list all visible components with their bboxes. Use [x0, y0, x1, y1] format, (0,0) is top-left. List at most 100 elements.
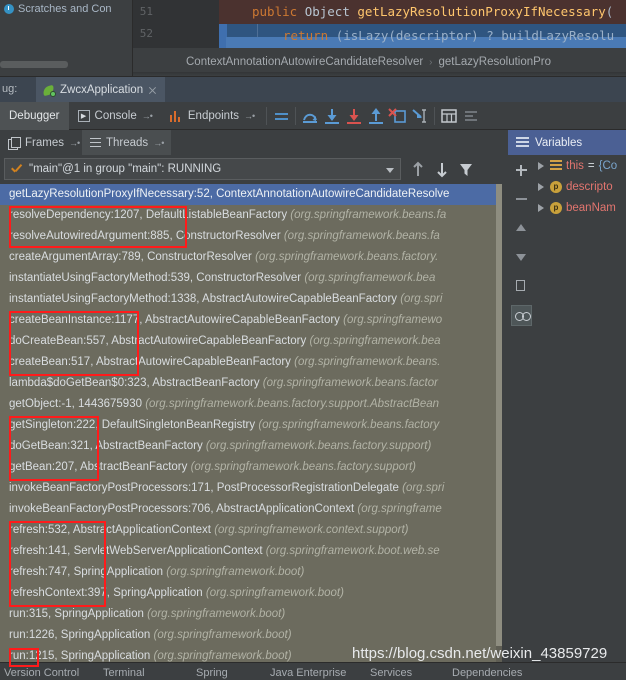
- frame-method: run:1226, SpringApplication: [9, 629, 151, 641]
- frame-method: createBean:517, AbstractAutowireCapableB…: [9, 356, 291, 368]
- editor-code-line-51[interactable]: public Object getLazyResolutionProxyIfNe…: [252, 4, 613, 19]
- pin-icon[interactable]: →•: [244, 111, 255, 121]
- bottom-bar-item[interactable]: Version Control: [4, 667, 79, 679]
- mute-breakpoints-icon[interactable]: [460, 105, 482, 127]
- tab-debugger[interactable]: Debugger: [0, 101, 69, 130]
- variable-name: this: [566, 159, 584, 172]
- frames-down-button[interactable]: [432, 160, 452, 179]
- tab-endpoints[interactable]: Endpoints →•: [161, 102, 263, 130]
- frame-list-item[interactable]: run:315, SpringApplication (org.springfr…: [0, 604, 502, 625]
- line-number-52: 52: [139, 27, 153, 40]
- frame-method: getObject:-1, 1443675930: [9, 398, 142, 410]
- step-over-icon[interactable]: [299, 105, 321, 127]
- expand-triangle-icon[interactable]: [538, 203, 544, 212]
- debug-tool-window-label: ug:: [2, 83, 18, 95]
- tab-threads[interactable]: Threads →•: [82, 130, 172, 155]
- frame-package: (org.springframework.beans.fa: [287, 209, 447, 221]
- frame-method: createBeanInstance:1177, AbstractAutowir…: [9, 314, 340, 326]
- frame-list-item[interactable]: resolveAutowiredArgument:885, Constructo…: [0, 226, 502, 247]
- watches-button[interactable]: [511, 305, 532, 326]
- pin-icon[interactable]: →•: [69, 138, 80, 148]
- field-icon: [550, 160, 562, 171]
- frame-list-item[interactable]: refresh:141, ServletWebServerApplication…: [0, 541, 502, 562]
- step-into-icon[interactable]: [321, 105, 343, 127]
- variable-row[interactable]: this = {Co: [534, 155, 626, 176]
- variables-panel-header[interactable]: Variables: [508, 130, 626, 155]
- run-to-cursor-icon[interactable]: [409, 105, 431, 127]
- add-watch-button[interactable]: [511, 160, 532, 181]
- frame-package: (org.spri: [397, 293, 443, 305]
- frame-method: resolveDependency:1207, DefaultListableB…: [9, 209, 288, 221]
- evaluate-expression-icon[interactable]: [438, 105, 460, 127]
- frame-list-item[interactable]: getObject:-1, 1443675930 (org.springfram…: [0, 394, 502, 415]
- frame-list-item[interactable]: getSingleton:222, DefaultSingletonBeanRe…: [0, 415, 502, 436]
- frames-list[interactable]: getLazyResolutionProxyIfNecessary:52, Co…: [0, 184, 502, 662]
- project-tree-panel[interactable]: Scratches and Con: [0, 0, 133, 76]
- console-icon: ▶: [77, 109, 90, 122]
- tab-frames[interactable]: Frames →•: [0, 130, 87, 155]
- breadcrumb-method[interactable]: getLazyResolutionPro: [439, 56, 552, 68]
- frame-method: doCreateBean:557, AbstractAutowireCapabl…: [9, 335, 307, 347]
- frame-package: (org.springframe: [354, 503, 442, 515]
- frame-list-item[interactable]: doGetBean:321, AbstractBeanFactory (org.…: [0, 436, 502, 457]
- bottom-bar-item[interactable]: Dependencies: [452, 667, 522, 679]
- frame-list-item[interactable]: resolveDependency:1207, DefaultListableB…: [0, 205, 502, 226]
- frame-package: (org.springframewo: [339, 314, 443, 326]
- frame-list-item[interactable]: lambda$doGetBean$0:323, AbstractBeanFact…: [0, 373, 502, 394]
- frame-list-item[interactable]: instantiateUsingFactoryMethod:539, Const…: [0, 268, 502, 289]
- move-up-button[interactable]: [511, 218, 532, 239]
- frame-package: (org.springframework.beans.factory.suppo…: [142, 398, 440, 410]
- frame-list-item[interactable]: invokeBeanFactoryPostProcessors:171, Pos…: [0, 478, 502, 499]
- frame-method: refresh:532, AbstractApplicationContext: [9, 524, 212, 536]
- frame-list-item[interactable]: refresh:747, SpringApplication (org.spri…: [0, 562, 502, 583]
- frame-method: createArgumentArray:789, ConstructorReso…: [9, 251, 252, 263]
- chevron-down-icon[interactable]: [386, 168, 394, 173]
- move-down-button[interactable]: [511, 247, 532, 268]
- thread-selector-combobox[interactable]: "main"@1 in group "main": RUNNING: [4, 158, 401, 180]
- run-configuration-tab[interactable]: ZwcxApplication: [36, 77, 166, 103]
- frame-list-item[interactable]: getBean:207, AbstractBeanFactory (org.sp…: [0, 457, 502, 478]
- line-number-51: 51: [139, 5, 153, 18]
- pin-icon[interactable]: →•: [142, 111, 153, 121]
- project-horizontal-scrollbar[interactable]: [0, 61, 68, 68]
- frame-method: lambda$doGetBean$0:323, AbstractBeanFact…: [9, 377, 260, 389]
- editor-gutter[interactable]: 51 52: [133, 0, 337, 48]
- variable-row[interactable]: p beanNam: [534, 197, 626, 218]
- copy-value-button[interactable]: [511, 276, 532, 297]
- frame-list-item[interactable]: getLazyResolutionProxyIfNecessary:52, Co…: [0, 184, 502, 205]
- tab-console[interactable]: ▶ Console →•: [69, 102, 161, 130]
- breadcrumb-class[interactable]: ContextAnnotationAutowireCandidateResolv…: [186, 56, 423, 68]
- frame-list-item[interactable]: run:1226, SpringApplication (org.springf…: [0, 625, 502, 646]
- filter-frames-button[interactable]: [456, 160, 476, 179]
- force-step-into-icon[interactable]: [343, 105, 365, 127]
- bottom-bar-item-label: Dependencies: [452, 667, 523, 679]
- step-out-icon[interactable]: [365, 105, 387, 127]
- remove-watch-button[interactable]: [511, 189, 532, 210]
- variable-row[interactable]: p descripto: [534, 176, 626, 197]
- expand-triangle-icon[interactable]: [538, 161, 544, 170]
- close-icon[interactable]: [148, 86, 157, 95]
- frames-up-button[interactable]: [408, 160, 428, 179]
- frame-list-item[interactable]: invokeBeanFactoryPostProcessors:706, Abs…: [0, 499, 502, 520]
- bottom-bar-item[interactable]: Spring: [196, 667, 228, 679]
- bottom-bar-item[interactable]: Services: [370, 667, 412, 679]
- frame-list-item[interactable]: createBeanInstance:1177, AbstractAutowir…: [0, 310, 502, 331]
- frame-list-item[interactable]: createArgumentArray:789, ConstructorReso…: [0, 247, 502, 268]
- frame-method: refresh:747, SpringApplication: [9, 566, 164, 578]
- frame-method: refresh:141, ServletWebServerApplication…: [9, 545, 263, 557]
- pin-icon[interactable]: →•: [153, 138, 164, 148]
- frame-package: (org.springframework.bea: [301, 272, 436, 284]
- editor-code-line-52[interactable]: return (isLazy(descriptor) ? buildLazyRe…: [283, 28, 614, 43]
- frame-list-item[interactable]: instantiateUsingFactoryMethod:1338, Abst…: [0, 289, 502, 310]
- bottom-bar-item[interactable]: Terminal: [103, 667, 145, 679]
- frame-list-item[interactable]: refresh:532, AbstractApplicationContext …: [0, 520, 502, 541]
- drop-frame-icon[interactable]: [387, 105, 409, 127]
- frame-list-item[interactable]: createBean:517, AbstractAutowireCapableB…: [0, 352, 502, 373]
- variables-tree[interactable]: this = {Co p descripto p beanNam: [534, 155, 626, 662]
- frame-list-item[interactable]: refreshContext:397, SpringApplication (o…: [0, 583, 502, 604]
- bottom-bar-item[interactable]: Java Enterprise: [270, 667, 346, 679]
- frame-list-item[interactable]: doCreateBean:557, AbstractAutowireCapabl…: [0, 331, 502, 352]
- project-tree-item-scratches[interactable]: Scratches and Con: [4, 3, 112, 15]
- show-execution-point-icon[interactable]: [270, 105, 292, 127]
- expand-triangle-icon[interactable]: [538, 182, 544, 191]
